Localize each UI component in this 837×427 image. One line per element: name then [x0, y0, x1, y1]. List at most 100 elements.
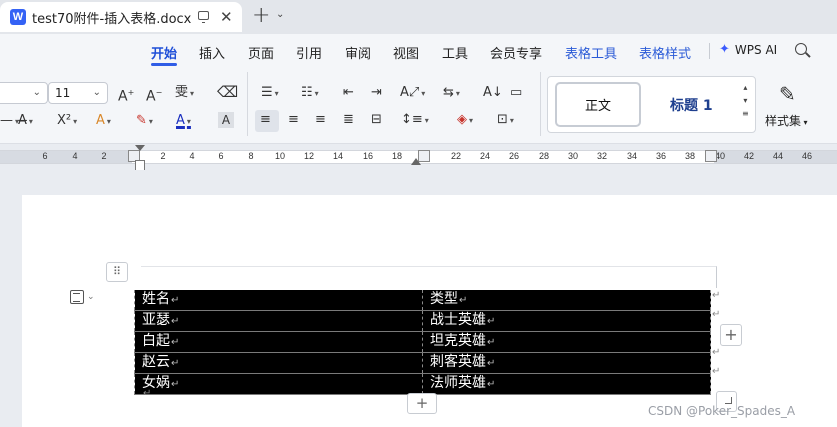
cell-text: 类型: [430, 291, 458, 307]
table-row[interactable]: 亚瑟↵ 战士英雄↵: [134, 310, 711, 332]
table-cell[interactable]: 亚瑟↵: [134, 310, 423, 332]
restore-icon[interactable]: [198, 11, 209, 23]
tab-table-tools[interactable]: 表格工具: [565, 43, 617, 62]
tab-title: test70附件-插入表格.docx: [32, 11, 192, 27]
style-normal[interactable]: 正文: [555, 82, 641, 127]
cell-text: 亚瑟: [142, 312, 170, 328]
line-break-icon[interactable]: ⇆ ▾: [443, 85, 460, 102]
table-cell[interactable]: 赵云↵: [134, 352, 423, 374]
tab-review[interactable]: 审阅: [345, 43, 371, 62]
active-tab-indicator: [151, 63, 177, 66]
table-row[interactable]: 姓名↵ 类型↵: [134, 290, 711, 311]
phonetic-guide-icon[interactable]: 雯 ▾: [175, 85, 194, 102]
font-color-icon[interactable]: A ▾: [176, 113, 191, 130]
char-shading-icon[interactable]: A: [218, 112, 234, 128]
paragraph-mark: ↵: [171, 379, 180, 390]
underline-icon[interactable]: A̶ ▾: [18, 113, 33, 130]
table-cell[interactable]: 法师英雄↵: [422, 373, 711, 395]
font-size-value: 11: [55, 86, 71, 100]
style-heading1[interactable]: 标题 1: [670, 95, 713, 115]
table-row[interactable]: 白起↵ 坦克英雄↵: [134, 331, 711, 353]
increase-indent-icon[interactable]: ⇥: [371, 85, 382, 101]
watermark-text: CSDN @Poker_Spades_A: [648, 404, 796, 418]
numbered-list-icon[interactable]: ☷ ▾: [301, 85, 319, 102]
justify-icon[interactable]: ≣: [343, 112, 354, 128]
tab-references[interactable]: 引用: [296, 43, 322, 62]
decrease-indent-icon[interactable]: ⇤: [343, 85, 354, 101]
table-row[interactable]: 女娲↵ 法师英雄↵: [134, 373, 711, 395]
table-cell[interactable]: 类型↵: [422, 290, 711, 311]
wps-writer-icon: W: [10, 9, 26, 25]
ruler-number: 6: [42, 151, 48, 161]
table-cell[interactable]: 女娲↵: [134, 373, 423, 395]
align-center-icon[interactable]: ≡: [288, 112, 299, 128]
row-end-mark: ↵: [712, 309, 721, 320]
align-right-icon[interactable]: ≡: [315, 112, 326, 128]
text-direction-icon[interactable]: A⤢ ▾: [400, 85, 425, 102]
table-cell[interactable]: 坦克英雄↵: [422, 331, 711, 353]
new-tab-button[interactable]: +: [252, 3, 270, 28]
ruler-number: 6: [218, 151, 224, 161]
font-name-select[interactable]: ⌄: [0, 82, 48, 104]
paragraph-mark: ↵: [171, 337, 180, 348]
ruler-number: 46: [801, 151, 813, 161]
table-move-handle[interactable]: ⠿: [106, 262, 128, 282]
table-row[interactable]: 赵云↵ 刺客英雄↵: [134, 352, 711, 374]
shading-icon[interactable]: ◈ ▾: [457, 112, 473, 129]
cell-text: 战士英雄: [430, 312, 486, 328]
tab-page[interactable]: 页面: [248, 43, 274, 62]
close-tab-icon[interactable]: ✕: [220, 8, 233, 26]
table-border-icon[interactable]: ▭: [510, 85, 522, 101]
table-cell[interactable]: 刺客英雄↵: [422, 352, 711, 374]
clear-format-icon[interactable]: ⌫: [217, 84, 238, 100]
styles-set-icon[interactable]: ✎: [779, 82, 796, 106]
shrink-font-icon[interactable]: A−: [146, 85, 162, 105]
styles-set-button[interactable]: 样式集 ▾: [765, 112, 808, 129]
paragraph-mark: ↵: [487, 358, 496, 369]
sort-icon[interactable]: A↓: [483, 85, 503, 101]
ruler-number: 44: [772, 151, 784, 161]
tab-home[interactable]: 开始: [151, 43, 177, 62]
ruler-number: 28: [538, 151, 550, 161]
row-end-mark: ↵: [712, 366, 721, 377]
document-tab[interactable]: W test70附件-插入表格.docx ✕: [0, 2, 242, 32]
add-row-button[interactable]: +: [407, 393, 437, 414]
border-icon[interactable]: ⊡ ▾: [497, 112, 514, 129]
grow-font-icon[interactable]: A+: [118, 85, 134, 105]
ruler-number: 2: [101, 151, 107, 161]
tab-member[interactable]: 会员专享: [490, 43, 542, 62]
highlight-icon[interactable]: ✎ ▾: [136, 113, 153, 130]
table-cell[interactable]: 白起↵: [134, 331, 423, 353]
table-select-button[interactable]: ⌄: [70, 290, 95, 304]
wps-ai-button[interactable]: ✦ WPS AI: [719, 42, 777, 57]
data-table[interactable]: 姓名↵ 类型↵ 亚瑟↵ 战士英雄↵ 白起↵ 坦克英雄↵ 赵云↵ 刺客英雄↵ 女娲↵ 法师英雄↵: [134, 290, 711, 395]
cell-text: 法师英雄: [430, 375, 486, 391]
ruler-number: 26: [508, 151, 520, 161]
chevron-down-icon: ⌄: [92, 87, 101, 98]
cell-text: 白起: [142, 333, 170, 349]
tab-insert[interactable]: 插入: [199, 43, 225, 62]
tab-view[interactable]: 视图: [393, 43, 419, 62]
ruler-column-marker[interactable]: [705, 150, 717, 162]
search-icon[interactable]: [795, 43, 807, 55]
ruler-number: 18: [391, 151, 403, 161]
strikethrough-icon[interactable]: — ▾: [0, 113, 19, 130]
font-size-select[interactable]: 11 ⌄: [48, 82, 108, 104]
bullet-list-icon[interactable]: ☰ ▾: [261, 85, 279, 102]
first-line-indent-marker[interactable]: [135, 145, 145, 151]
chevron-down-icon[interactable]: ⌄: [276, 9, 284, 20]
gallery-scroll[interactable]: ▴ ▾ ≡: [742, 81, 749, 120]
distribute-icon[interactable]: ⊟: [371, 112, 382, 128]
superscript-icon[interactable]: X² ▾: [57, 113, 77, 130]
tab-table-style[interactable]: 表格样式: [639, 43, 691, 62]
row-end-mark: ↵: [712, 347, 721, 358]
right-indent-marker[interactable]: [411, 158, 421, 165]
chevron-down-icon: ⌄: [32, 87, 41, 98]
table-cell[interactable]: 姓名↵: [134, 290, 423, 311]
table-cell[interactable]: 战士英雄↵: [422, 310, 711, 332]
add-column-button[interactable]: +: [720, 324, 742, 346]
line-spacing-icon[interactable]: ↕≡ ▾: [401, 112, 429, 129]
text-effect-icon[interactable]: A ▾: [96, 113, 111, 130]
ruler-number: 30: [567, 151, 579, 161]
tab-tools[interactable]: 工具: [442, 43, 468, 62]
